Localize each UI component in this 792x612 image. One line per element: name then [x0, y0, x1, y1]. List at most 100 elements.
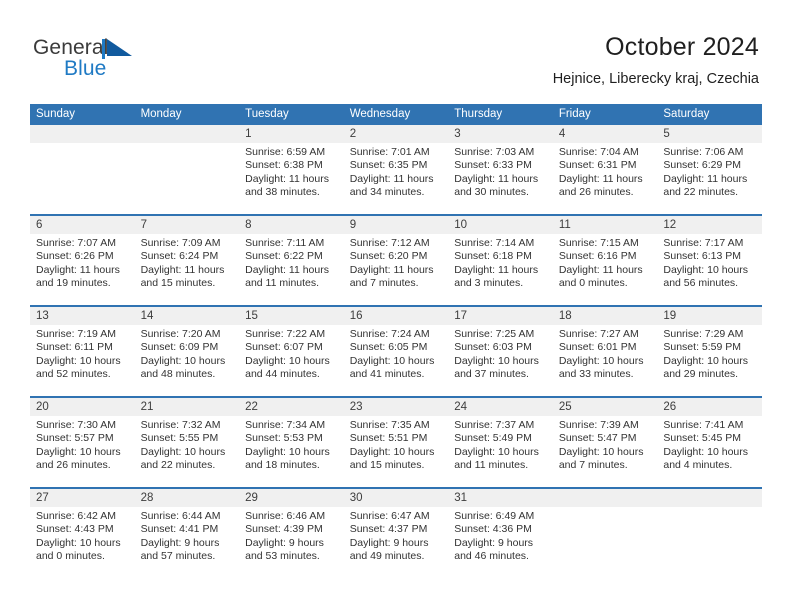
- day-cell[interactable]: Sunrise: 7:12 AM Sunset: 6:20 PM Daylight:…: [343, 234, 449, 306]
- day-detail-line: and 18 minutes.: [245, 458, 320, 471]
- day-detail-line: Daylight: 10 hours: [36, 354, 121, 367]
- day-detail-line: and 11 minutes.: [454, 458, 529, 471]
- day-detail-line: Sunrise: 7:17 AM: [663, 237, 744, 249]
- day-number[interactable]: 8: [239, 214, 344, 234]
- day-cell[interactable]: Sunrise: 7:22 AM Sunset: 6:07 PM Daylight:…: [239, 325, 344, 397]
- day-cell[interactable]: Sunrise: 7:34 AM Sunset: 5:53 PM Daylight:…: [239, 416, 344, 488]
- day-number[interactable]: 2: [343, 125, 449, 143]
- day-cell[interactable]: Sunrise: 6:47 AM Sunset: 4:37 PM Daylight:…: [343, 507, 449, 579]
- day-detail-line: and 0 minutes.: [558, 276, 628, 289]
- day-detail-line: Sunrise: 7:41 AM: [663, 419, 744, 431]
- weekday-header-friday: Friday: [552, 104, 658, 125]
- day-number[interactable]: 19: [657, 305, 762, 325]
- day-cell[interactable]: Sunrise: 7:07 AM Sunset: 6:26 PM Daylight:…: [30, 234, 135, 306]
- day-detail-line: Sunrise: 7:22 AM: [245, 328, 326, 340]
- day-detail-line: Sunset: 5:55 PM: [140, 432, 219, 445]
- day-detail-line: and 56 minutes.: [663, 276, 739, 289]
- day-number[interactable]: 11: [552, 214, 658, 234]
- day-cell[interactable]: Sunrise: 6:46 AM Sunset: 4:39 PM Daylight:…: [239, 507, 344, 579]
- day-cell[interactable]: Sunrise: 7:20 AM Sunset: 6:09 PM Daylight:…: [134, 325, 240, 397]
- day-detail-line: Daylight: 11 hours: [140, 263, 225, 276]
- day-detail-line: Sunrise: 7:11 AM: [245, 237, 325, 249]
- day-detail-line: Daylight: 10 hours: [454, 354, 539, 367]
- day-detail-line: and 53 minutes.: [245, 549, 320, 562]
- day-number[interactable]: 6: [30, 214, 135, 234]
- day-number[interactable]: 17: [448, 305, 553, 325]
- page-title: October 2024: [605, 33, 759, 61]
- day-cell[interactable]: Sunrise: 7:19 AM Sunset: 6:11 PM Daylight:…: [30, 325, 135, 397]
- day-cell[interactable]: Sunrise: 6:59 AM Sunset: 6:38 PM Daylight:…: [239, 143, 344, 215]
- day-number[interactable]: 7: [134, 214, 240, 234]
- day-detail-line: Sunrise: 7:32 AM: [140, 419, 221, 431]
- day-number[interactable]: 3: [448, 125, 553, 143]
- day-detail-line: and 30 minutes.: [454, 185, 529, 198]
- day-number[interactable]: 16: [343, 305, 449, 325]
- day-cell[interactable]: Sunrise: 7:11 AM Sunset: 6:22 PM Daylight:…: [239, 234, 344, 306]
- day-number[interactable]: 24: [448, 396, 553, 416]
- day-cell[interactable]: Sunrise: 7:29 AM Sunset: 5:59 PM Daylight:…: [657, 325, 762, 397]
- day-number[interactable]: 18: [552, 305, 658, 325]
- day-cell[interactable]: Sunrise: 7:01 AM Sunset: 6:35 PM Daylight:…: [343, 143, 449, 215]
- day-detail-line: Sunset: 6:20 PM: [349, 250, 428, 263]
- day-cell[interactable]: Sunrise: 6:44 AM Sunset: 4:41 PM Daylight:…: [134, 507, 240, 579]
- week-daynumber-row: 20 21 22 23 24 25 26: [30, 396, 762, 416]
- day-number[interactable]: 20: [30, 396, 135, 416]
- day-detail-line: Sunrise: 7:25 AM: [454, 328, 535, 340]
- day-detail-line: Daylight: 10 hours: [663, 263, 749, 276]
- day-number[interactable]: 4: [552, 125, 658, 143]
- general-blue-logo[interactable]: General Blue: [33, 36, 203, 88]
- day-number[interactable]: 5: [657, 125, 762, 143]
- day-detail-line: and 26 minutes.: [36, 458, 111, 471]
- day-cell-empty: [552, 507, 658, 579]
- day-cell[interactable]: Sunrise: 7:15 AM Sunset: 6:16 PM Daylight:…: [552, 234, 658, 306]
- day-cell-empty: [30, 143, 135, 215]
- day-number[interactable]: 30: [343, 487, 449, 507]
- day-cell[interactable]: Sunrise: 7:09 AM Sunset: 6:24 PM Daylight:…: [134, 234, 240, 306]
- day-number[interactable]: 1: [239, 125, 344, 143]
- day-number[interactable]: 23: [343, 396, 449, 416]
- day-cell[interactable]: Sunrise: 7:37 AM Sunset: 5:49 PM Daylight:…: [448, 416, 553, 488]
- day-cell[interactable]: Sunrise: 7:14 AM Sunset: 6:18 PM Daylight:…: [448, 234, 553, 306]
- day-cell[interactable]: Sunrise: 7:03 AM Sunset: 6:33 PM Daylight:…: [448, 143, 553, 215]
- day-number[interactable]: 25: [552, 396, 658, 416]
- day-detail-line: Daylight: 9 hours: [454, 536, 534, 549]
- day-detail-line: Daylight: 10 hours: [36, 536, 121, 549]
- day-cell[interactable]: Sunrise: 7:17 AM Sunset: 6:13 PM Daylight:…: [657, 234, 762, 306]
- day-detail-line: Daylight: 10 hours: [245, 445, 330, 458]
- day-cell[interactable]: Sunrise: 7:41 AM Sunset: 5:45 PM Daylight:…: [657, 416, 762, 488]
- day-detail-line: Sunrise: 7:14 AM: [454, 237, 535, 249]
- day-detail-line: Daylight: 10 hours: [349, 445, 435, 458]
- day-cell[interactable]: Sunrise: 7:25 AM Sunset: 6:03 PM Daylight:…: [448, 325, 553, 397]
- day-number[interactable]: 31: [448, 487, 553, 507]
- day-detail-line: Sunset: 4:37 PM: [349, 523, 428, 536]
- day-number[interactable]: 13: [30, 305, 135, 325]
- day-number[interactable]: 15: [239, 305, 344, 325]
- day-detail-line: Sunset: 5:49 PM: [454, 432, 532, 445]
- day-cell[interactable]: Sunrise: 7:04 AM Sunset: 6:31 PM Daylight:…: [552, 143, 658, 215]
- day-cell[interactable]: Sunrise: 7:35 AM Sunset: 5:51 PM Daylight:…: [343, 416, 449, 488]
- week-detail-row: Sunrise: 6:42 AM Sunset: 4:43 PM Daylight:…: [30, 507, 762, 579]
- day-cell[interactable]: Sunrise: 7:06 AM Sunset: 6:29 PM Daylight:…: [657, 143, 762, 215]
- day-number[interactable]: 22: [239, 396, 344, 416]
- day-number[interactable]: 12: [657, 214, 762, 234]
- day-number[interactable]: 29: [239, 487, 344, 507]
- day-cell[interactable]: Sunrise: 7:24 AM Sunset: 6:05 PM Daylight:…: [343, 325, 449, 397]
- day-number[interactable]: 9: [343, 214, 449, 234]
- day-cell[interactable]: Sunrise: 7:32 AM Sunset: 5:55 PM Daylight:…: [134, 416, 240, 488]
- day-number[interactable]: 10: [448, 214, 553, 234]
- day-detail-line: and 22 minutes.: [663, 185, 739, 198]
- day-number[interactable]: 14: [134, 305, 240, 325]
- day-cell[interactable]: Sunrise: 6:42 AM Sunset: 4:43 PM Daylight:…: [30, 507, 135, 579]
- day-number[interactable]: 26: [657, 396, 762, 416]
- week-daynumber-row: 12345: [30, 125, 762, 143]
- day-cell[interactable]: Sunrise: 7:39 AM Sunset: 5:47 PM Daylight:…: [552, 416, 658, 488]
- day-detail-line: and 7 minutes.: [558, 458, 628, 471]
- day-number[interactable]: 21: [134, 396, 240, 416]
- week-daynumber-row: 13 14 15 16 17 18 19: [30, 305, 762, 325]
- day-number[interactable]: 27: [30, 487, 135, 507]
- day-cell[interactable]: Sunrise: 6:49 AM Sunset: 4:36 PM Daylight:…: [448, 507, 553, 579]
- day-cell[interactable]: Sunrise: 7:27 AM Sunset: 6:01 PM Daylight:…: [552, 325, 658, 397]
- day-detail-line: Sunrise: 7:03 AM: [454, 146, 535, 158]
- day-number[interactable]: 28: [134, 487, 240, 507]
- day-cell[interactable]: Sunrise: 7:30 AM Sunset: 5:57 PM Daylight:…: [30, 416, 135, 488]
